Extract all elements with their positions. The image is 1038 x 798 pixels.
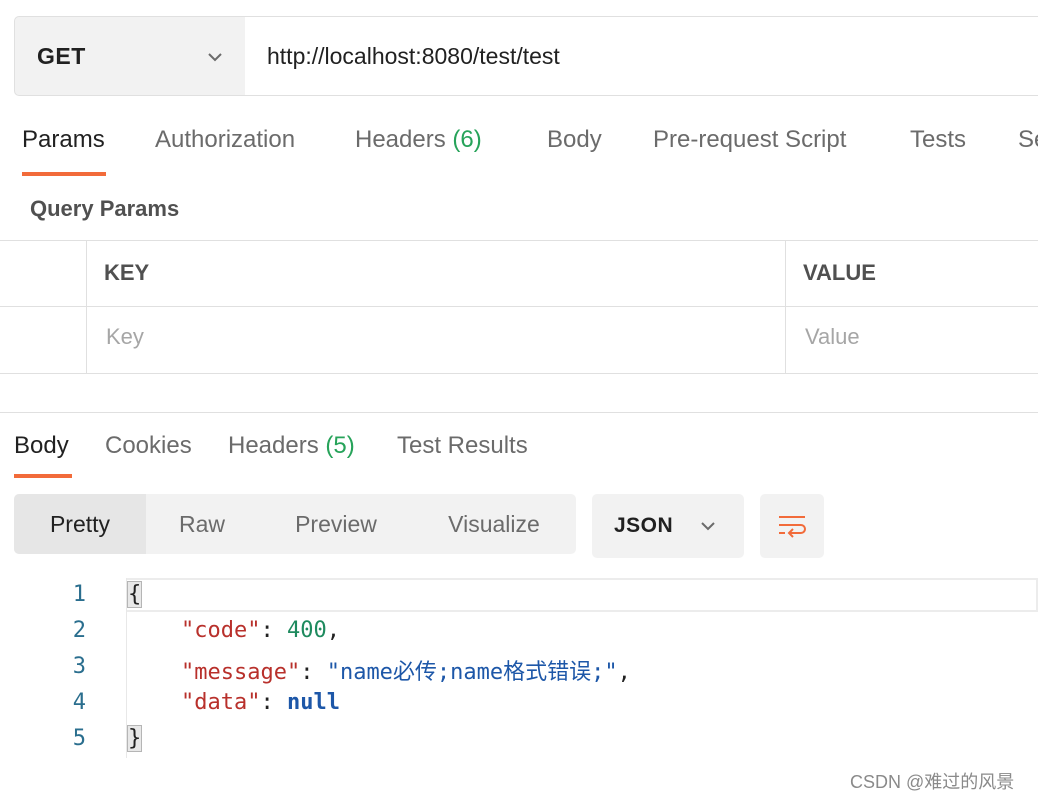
- view-preview-button[interactable]: Preview: [272, 494, 400, 554]
- json-key-message: "message": [180, 660, 301, 685]
- open-brace: {: [126, 581, 143, 608]
- chevron-down-icon: [208, 53, 222, 62]
- params-table: KEY VALUE Key Value: [0, 240, 1038, 374]
- tab-body[interactable]: Body: [547, 126, 602, 154]
- format-label: JSON: [614, 514, 674, 537]
- tab-authorization[interactable]: Authorization: [155, 126, 295, 154]
- code-line-2: "code": 400,: [128, 618, 340, 643]
- view-pretty-button[interactable]: Pretty: [14, 494, 146, 554]
- line-number: 4: [72, 690, 86, 715]
- column-header-value: VALUE: [803, 260, 876, 285]
- response-active-underline: [14, 474, 72, 478]
- json-value-code: 400: [286, 618, 327, 643]
- json-value-message: "name必传;name格式错误;": [326, 660, 618, 685]
- json-colon: :: [260, 618, 287, 643]
- response-body-editor[interactable]: 1 2 3 4 5 { "code": 400, "message": "nam…: [0, 578, 1038, 758]
- response-tab-test-results[interactable]: Test Results: [397, 432, 528, 460]
- method-select[interactable]: GET: [14, 16, 246, 96]
- line-number: 2: [72, 618, 86, 643]
- method-label: GET: [37, 42, 86, 69]
- watermark: CSDN @难过的风景: [850, 772, 1015, 792]
- active-tab-underline: [22, 172, 106, 176]
- close-brace: }: [126, 725, 143, 752]
- column-header-key: KEY: [104, 260, 150, 285]
- json-comma: ,: [617, 660, 631, 685]
- response-tab-cookies[interactable]: Cookies: [105, 432, 192, 460]
- tab-headers[interactable]: Headers (6): [355, 126, 482, 154]
- json-key-code: "code": [180, 618, 261, 643]
- key-input[interactable]: Key: [106, 324, 144, 350]
- format-select[interactable]: JSON: [592, 494, 744, 558]
- view-mode-group: Pretty Raw Preview Visualize: [14, 494, 576, 554]
- wrap-lines-button[interactable]: [760, 494, 824, 558]
- tab-params[interactable]: Params: [22, 126, 105, 154]
- table-border-top: [0, 240, 1038, 241]
- code-line-5: }: [126, 725, 143, 752]
- line-number: 5: [72, 726, 86, 751]
- table-col-divider: [86, 240, 87, 373]
- view-raw-button[interactable]: Raw: [146, 494, 258, 554]
- code-line-4: "data": null: [128, 690, 340, 715]
- tab-tests[interactable]: Tests: [910, 126, 966, 154]
- json-key-data: "data": [180, 690, 261, 715]
- table-border-bottom: [0, 373, 1038, 374]
- response-divider: [0, 412, 1038, 413]
- chevron-down-icon: [701, 522, 715, 531]
- wrap-lines-icon: [779, 516, 806, 538]
- tab-settings[interactable]: Se: [1018, 126, 1038, 154]
- line-number: 1: [72, 582, 86, 607]
- tab-pre-request-script[interactable]: Pre-request Script: [653, 126, 846, 154]
- json-comma: ,: [326, 618, 340, 643]
- active-line-highlight: [126, 578, 1038, 612]
- response-tab-headers[interactable]: Headers (5): [228, 432, 355, 460]
- headers-count: (6): [452, 126, 482, 153]
- value-input[interactable]: Value: [805, 324, 860, 350]
- table-header-divider: [0, 306, 1038, 307]
- code-line-1: {: [126, 581, 143, 608]
- code-line-3: "message": "name必传;name格式错误;",: [128, 654, 631, 686]
- query-params-title: Query Params: [30, 196, 180, 221]
- view-visualize-button[interactable]: Visualize: [418, 494, 570, 554]
- table-col-divider: [785, 240, 786, 373]
- url-input[interactable]: http://localhost:8080/test/test: [245, 16, 1038, 96]
- line-number: 3: [72, 654, 86, 679]
- response-headers-count: (5): [325, 432, 355, 459]
- json-value-data: null: [286, 690, 340, 715]
- request-tabs: Params Authorization Headers (6) Body Pr…: [0, 126, 1038, 178]
- response-tab-body[interactable]: Body: [14, 432, 69, 460]
- json-colon: :: [260, 690, 287, 715]
- gutter-border: [126, 578, 127, 758]
- url-text: http://localhost:8080/test/test: [267, 42, 560, 69]
- json-colon: :: [300, 660, 327, 685]
